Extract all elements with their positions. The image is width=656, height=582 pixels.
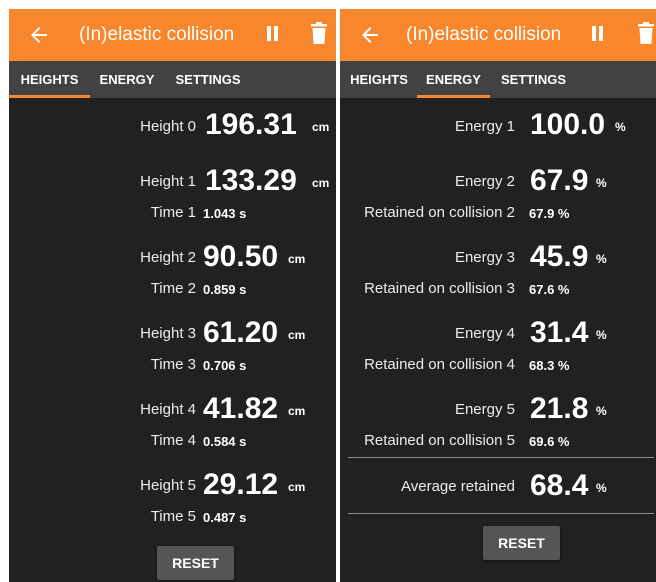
average-retained-value: 68.4 xyxy=(530,469,589,502)
app-bar: (In)elastic collision xyxy=(9,9,336,61)
tab-bar: HEIGHTS ENERGY SETTINGS xyxy=(340,61,656,98)
back-arrow-icon[interactable] xyxy=(27,21,51,49)
energy-label: Energy 3 xyxy=(454,249,515,266)
average-retained-unit: % xyxy=(596,481,607,495)
energy-value: 45.9 xyxy=(530,240,589,273)
energy-value: 100.0 xyxy=(530,108,606,141)
height-unit: cm xyxy=(288,404,306,418)
tab-bar: HEIGHTS ENERGY SETTINGS xyxy=(9,61,336,98)
time-value: 0.706 s xyxy=(203,358,247,373)
height-label: Height 5 xyxy=(140,477,196,494)
height-unit: cm xyxy=(312,176,330,190)
height-label: Height 1 xyxy=(140,173,196,190)
reset-button[interactable]: RESET xyxy=(483,526,560,560)
energy-unit: % xyxy=(596,176,607,190)
height-value: 41.82 xyxy=(203,392,279,425)
energy-screen: (In)elastic collision HEIGHTS ENERGY SET… xyxy=(340,9,656,582)
energy-value: 31.4 xyxy=(530,316,589,349)
energy-unit: % xyxy=(596,404,607,418)
energy-label: Energy 5 xyxy=(454,401,515,418)
average-retained-label: Average retained xyxy=(401,478,515,495)
energy-label: Energy 4 xyxy=(454,325,515,342)
height-label: Height 4 xyxy=(140,401,196,418)
height-value: 29.12 xyxy=(203,468,279,501)
reset-button[interactable]: RESET xyxy=(157,546,234,580)
pause-icon[interactable] xyxy=(591,26,605,42)
divider xyxy=(348,513,654,514)
time-label: Time 1 xyxy=(150,204,196,221)
retained-label: Retained on collision 5 xyxy=(364,432,515,449)
time-label: Time 3 xyxy=(150,356,196,373)
tab-energy[interactable]: ENERGY xyxy=(417,61,490,98)
height-value: 61.20 xyxy=(203,316,279,349)
app-title: (In)elastic collision xyxy=(79,24,235,45)
pause-icon[interactable] xyxy=(266,26,280,42)
time-label: Time 4 xyxy=(150,432,196,449)
time-label: Time 5 xyxy=(150,508,196,525)
back-arrow-icon[interactable] xyxy=(358,21,382,49)
energy-label: Energy 2 xyxy=(454,173,515,190)
height-value: 196.31 xyxy=(205,108,297,141)
time-value: 0.584 s xyxy=(203,434,247,449)
tab-heights[interactable]: HEIGHTS xyxy=(340,61,418,98)
retained-value: 68.3 % xyxy=(529,358,570,373)
energy-unit: % xyxy=(615,120,626,134)
height-value: 90.50 xyxy=(203,240,279,273)
time-value: 1.043 s xyxy=(203,206,247,221)
trash-icon[interactable] xyxy=(638,22,654,44)
tab-energy[interactable]: ENERGY xyxy=(95,61,159,98)
height-label: Height 0 xyxy=(140,118,196,135)
height-unit: cm xyxy=(288,480,306,494)
tab-heights[interactable]: HEIGHTS xyxy=(9,61,90,98)
retained-label: Retained on collision 4 xyxy=(364,356,515,373)
app-bar: (In)elastic collision xyxy=(340,9,656,61)
tab-settings[interactable]: SETTINGS xyxy=(170,61,246,98)
energy-value: 67.9 xyxy=(530,164,589,197)
time-label: Time 2 xyxy=(150,280,196,297)
retained-label: Retained on collision 3 xyxy=(364,280,515,297)
energy-unit: % xyxy=(596,328,607,342)
retained-value: 67.9 % xyxy=(529,206,570,221)
divider xyxy=(348,457,654,458)
tab-settings[interactable]: SETTINGS xyxy=(495,61,572,98)
height-value: 133.29 xyxy=(205,164,297,197)
height-unit: cm xyxy=(288,328,306,342)
time-value: 0.859 s xyxy=(203,282,247,297)
retained-value: 69.6 % xyxy=(529,434,570,449)
heights-screen: (In)elastic collision HEIGHTS ENERGY SET… xyxy=(9,9,336,582)
retained-label: Retained on collision 2 xyxy=(364,204,515,221)
retained-value: 67.6 % xyxy=(529,282,570,297)
time-value: 0.487 s xyxy=(203,510,247,525)
app-title: (In)elastic collision xyxy=(406,24,562,45)
height-label: Height 3 xyxy=(140,325,196,342)
height-unit: cm xyxy=(288,252,306,266)
energy-unit: % xyxy=(596,252,607,266)
trash-icon[interactable] xyxy=(311,22,327,44)
height-label: Height 2 xyxy=(140,249,196,266)
height-unit: cm xyxy=(312,120,330,134)
energy-value: 21.8 xyxy=(530,392,589,425)
energy-label: Energy 1 xyxy=(454,118,515,135)
